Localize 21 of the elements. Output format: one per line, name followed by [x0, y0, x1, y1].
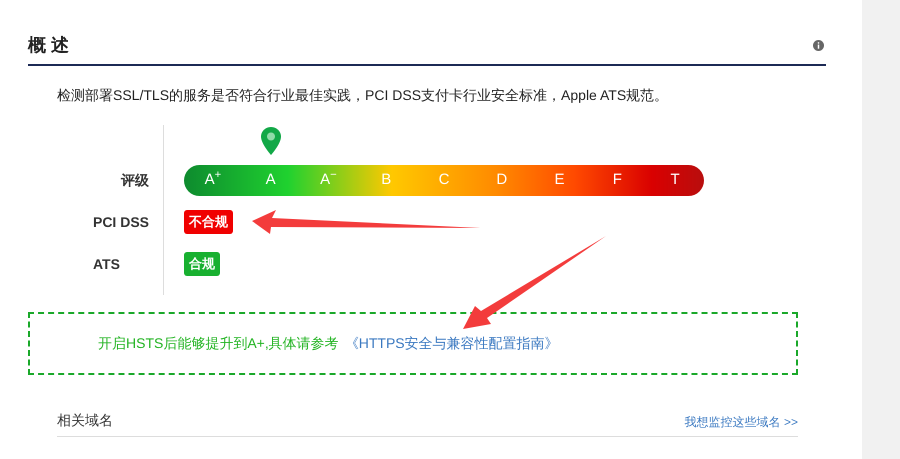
- standard-label: PCI DSS: [92, 212, 149, 232]
- grade-label: B: [380, 170, 392, 190]
- section-title: 概 述: [28, 34, 70, 57]
- info-icon[interactable]: [813, 40, 824, 51]
- compliance-badge: 不合规: [184, 210, 233, 234]
- compliance-badge: 合规: [184, 252, 220, 276]
- standard-label: ATS: [92, 254, 120, 274]
- grade-label: A: [264, 170, 277, 190]
- grade-label: D: [495, 170, 508, 190]
- grade-label: E: [554, 170, 566, 190]
- tip-text: 开启HSTS后能够提升到A+,具体请参考: [98, 334, 339, 353]
- grade-label: T: [670, 170, 681, 190]
- related-domains-title: 相关域名: [57, 411, 113, 430]
- grade-label: C: [438, 170, 450, 190]
- description: 检测部署SSL/TLS的服务是否符合行业最佳实践，PCI DSS支付卡行业安全标准，Apple ATS规范。: [57, 86, 670, 105]
- grade-label: F: [612, 170, 623, 190]
- monitor-domains-link[interactable]: 我想监控这些域名 >>: [684, 413, 798, 431]
- grade-label: A$^{+}$: [204, 168, 222, 190]
- guide-link[interactable]: 《HTTPS安全与兼容性配置指南》: [344, 333, 559, 354]
- grade-label: A$^{−}$: [319, 168, 338, 190]
- rating-label: 评级: [121, 170, 149, 190]
